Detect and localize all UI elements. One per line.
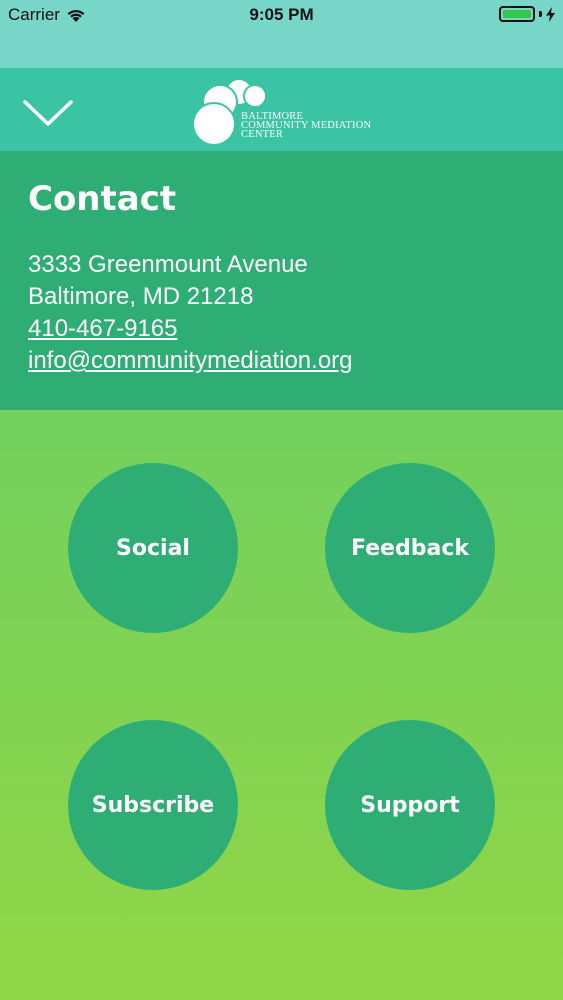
support-button[interactable]: Support <box>325 720 495 890</box>
logo-line-3: CENTER <box>241 129 284 140</box>
address-line-1: 3333 Greenmount Avenue <box>28 251 308 278</box>
contact-details: 3333 Greenmount Avenue Baltimore, MD 212… <box>28 249 535 377</box>
feedback-button[interactable]: Feedback <box>325 463 495 633</box>
email-link[interactable]: info@communitymediation.org <box>28 345 535 377</box>
charging-bolt-icon <box>546 6 555 22</box>
contact-title: Contact <box>28 179 177 219</box>
logo-text: BALTIMORE COMMUNITY MEDIATION CENTER <box>241 111 371 140</box>
address-line-2: Baltimore, MD 21218 <box>28 283 254 310</box>
nav-bar: BALTIMORE COMMUNITY MEDIATION CENTER <box>0 68 563 151</box>
contact-panel: Contact 3333 Greenmount Avenue Baltimore… <box>0 151 563 410</box>
chevron-down-icon <box>23 100 73 126</box>
logo: BALTIMORE COMMUNITY MEDIATION CENTER <box>190 72 380 148</box>
dismiss-button[interactable] <box>22 96 74 130</box>
social-button[interactable]: Social <box>68 463 238 633</box>
phone-link[interactable]: 410-467-9165 <box>28 313 535 345</box>
battery-icon <box>499 6 535 22</box>
status-bar: Carrier 9:05 PM <box>0 0 563 68</box>
subscribe-button[interactable]: Subscribe <box>68 720 238 890</box>
status-time: 9:05 PM <box>249 5 314 24</box>
battery-indicator <box>499 6 555 22</box>
